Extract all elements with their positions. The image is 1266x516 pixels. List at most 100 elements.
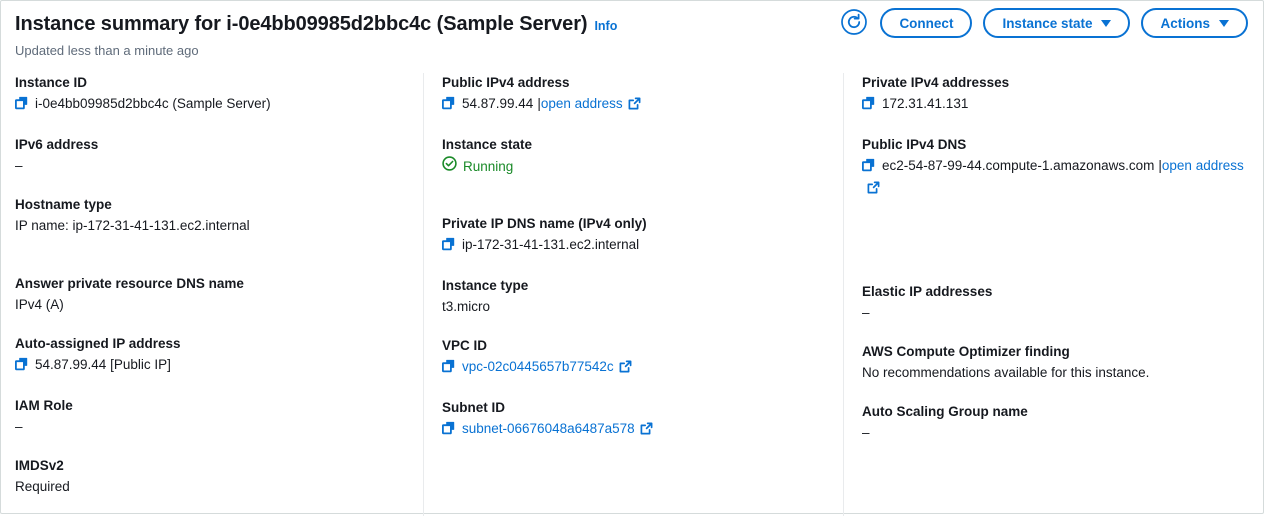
actions-label: Actions [1160,16,1210,31]
instance-id-value: i-0e4bb09985d2bbc4c (Sample Server) [35,94,271,114]
field-private-ip-dns-name: Private IP DNS name (IPv4 only) ip-172-3… [442,214,827,257]
field-auto-assigned-ip-address: Auto-assigned IP address 54.87.99.44 [Pu… [15,334,407,377]
copy-icon[interactable] [442,96,455,116]
info-link[interactable]: Info [594,19,617,33]
copy-icon[interactable] [442,421,455,441]
panel-header: Instance summary for i-0e4bb09985d2bbc4c… [1,1,1263,59]
copy-icon[interactable] [442,237,455,257]
open-address-link[interactable]: open address [1162,158,1244,173]
summary-column-3: Private IPv4 addresses 172.31.41.131 Pub… [843,73,1263,516]
field-value: ec2-54-87-99-44.compute-1.amazonaws.com|… [862,156,1247,200]
field-value: 54.87.99.44 [Public IP] [15,355,407,377]
field-public-ipv4-dns: Public IPv4 DNS ec2-54-87-99-44.compute-… [862,135,1247,263]
field-instance-type: Instance type t3.micro [442,276,827,317]
summary-column-1: Instance ID i-0e4bb09985d2bbc4c (Sample … [1,73,423,516]
field-label: VPC ID [442,336,827,355]
header-actions: Connect Instance state Actions [839,8,1248,38]
summary-column-2: Public IPv4 address 54.87.99.44 | open a… [423,73,843,516]
field-subnet-id: Subnet ID subnet-06676048a6487a578 [442,398,827,441]
field-value: – [862,423,1247,443]
field-answer-private-resource-dns-name: Answer private resource DNS name IPv4 (A… [15,274,407,315]
answer-private-resource-dns-name-value: IPv4 (A) [15,295,64,315]
field-value: Required [15,477,407,497]
actions-button[interactable]: Actions [1141,8,1248,38]
iam-role-value: – [15,417,23,437]
refresh-icon [840,8,868,39]
field-aws-compute-optimizer-finding: AWS Compute Optimizer finding No recomme… [862,342,1247,383]
field-label: IMDSv2 [15,456,407,475]
connect-button[interactable]: Connect [880,8,972,38]
field-instance-id: Instance ID i-0e4bb09985d2bbc4c (Sample … [15,73,407,116]
connect-label: Connect [899,16,953,31]
instance-state-button[interactable]: Instance state [983,8,1130,38]
auto-assigned-ip-address-value: 54.87.99.44 [Public IP] [35,355,171,375]
field-instance-state: Instance state Running [442,135,827,195]
field-label: Elastic IP addresses [862,282,1247,301]
chevron-down-icon [1101,20,1111,27]
field-private-ipv4-addresses: Private IPv4 addresses 172.31.41.131 [862,73,1247,116]
field-label: Private IPv4 addresses [862,73,1247,92]
field-label: Private IP DNS name (IPv4 only) [442,214,827,233]
field-public-ipv4-address: Public IPv4 address 54.87.99.44 | open a… [442,73,827,116]
status-badge: Running [442,156,827,177]
field-iam-role: IAM Role – [15,396,407,437]
field-label: Auto-assigned IP address [15,334,407,353]
field-value: – [15,156,407,176]
field-hostname-type: Hostname type IP name: ip-172-31-41-131.… [15,195,407,255]
check-circle-icon [442,156,457,177]
chevron-down-icon [1219,20,1229,27]
summary-columns: Instance ID i-0e4bb09985d2bbc4c (Sample … [1,59,1263,516]
private-ipv4-addresses-value: 172.31.41.131 [882,94,968,114]
copy-icon[interactable] [15,96,28,116]
external-link-icon[interactable] [619,359,632,379]
field-label: IAM Role [15,396,407,415]
field-value: – [15,417,407,437]
field-value: 172.31.41.131 [862,94,1247,116]
field-label: Instance ID [15,73,407,92]
field-value: – [862,303,1247,323]
copy-icon[interactable] [442,359,455,379]
field-label: Subnet ID [442,398,827,417]
field-elastic-ip-addresses: Elastic IP addresses – [862,282,1247,323]
field-label: Answer private resource DNS name [15,274,407,293]
refresh-button[interactable] [839,8,869,38]
open-address-link[interactable]: open address [541,94,623,114]
instance-state-value: Running [463,157,513,177]
aws-compute-optimizer-finding-value: No recommendations available for this in… [862,363,1149,383]
field-label: Instance state [442,135,827,154]
ipv6-address-value: – [15,156,23,176]
vpc-id-link[interactable]: vpc-02c0445657b77542c [462,357,614,377]
field-value: No recommendations available for this in… [862,363,1247,383]
hostname-type-value: IP name: ip-172-31-41-131.ec2.internal [15,216,250,236]
field-auto-scaling-group-name: Auto Scaling Group name – [862,402,1247,443]
copy-icon[interactable] [862,96,875,116]
field-label: Auto Scaling Group name [862,402,1247,421]
instance-state-label: Instance state [1002,16,1092,31]
field-label: Public IPv4 address [442,73,827,92]
subnet-id-link[interactable]: subnet-06676048a6487a578 [462,419,635,439]
public-ipv4-dns-value: ec2-54-87-99-44.compute-1.amazonaws.com [882,158,1154,173]
field-value: ip-172-31-41-131.ec2.internal [442,235,827,257]
field-value: subnet-06676048a6487a578 [442,419,827,441]
copy-icon[interactable] [15,357,28,377]
field-label: Hostname type [15,195,407,214]
external-link-icon[interactable] [628,96,641,116]
external-link-icon[interactable] [640,421,653,441]
field-value: i-0e4bb09985d2bbc4c (Sample Server) [15,94,407,116]
instance-type-value: t3.micro [442,297,490,317]
field-label: AWS Compute Optimizer finding [862,342,1247,361]
field-value: t3.micro [442,297,827,317]
field-ipv6-address: IPv6 address – [15,135,407,176]
field-label: Public IPv4 DNS [862,135,1247,154]
instance-summary-panel: Instance summary for i-0e4bb09985d2bbc4c… [0,0,1264,514]
external-link-icon[interactable] [867,180,880,200]
elastic-ip-addresses-value: – [862,303,870,323]
page-title: Instance summary for i-0e4bb09985d2bbc4c… [15,11,587,37]
field-value: IPv4 (A) [15,295,407,315]
auto-scaling-group-name-value: – [862,423,870,443]
field-value: 54.87.99.44 | open address [442,94,827,116]
copy-icon[interactable] [862,158,875,178]
updated-timestamp: Updated less than a minute ago [15,42,1247,59]
public-ipv4-address-value: 54.87.99.44 [462,94,533,114]
field-vpc-id: VPC ID vpc-02c0445657b77542c [442,336,827,379]
